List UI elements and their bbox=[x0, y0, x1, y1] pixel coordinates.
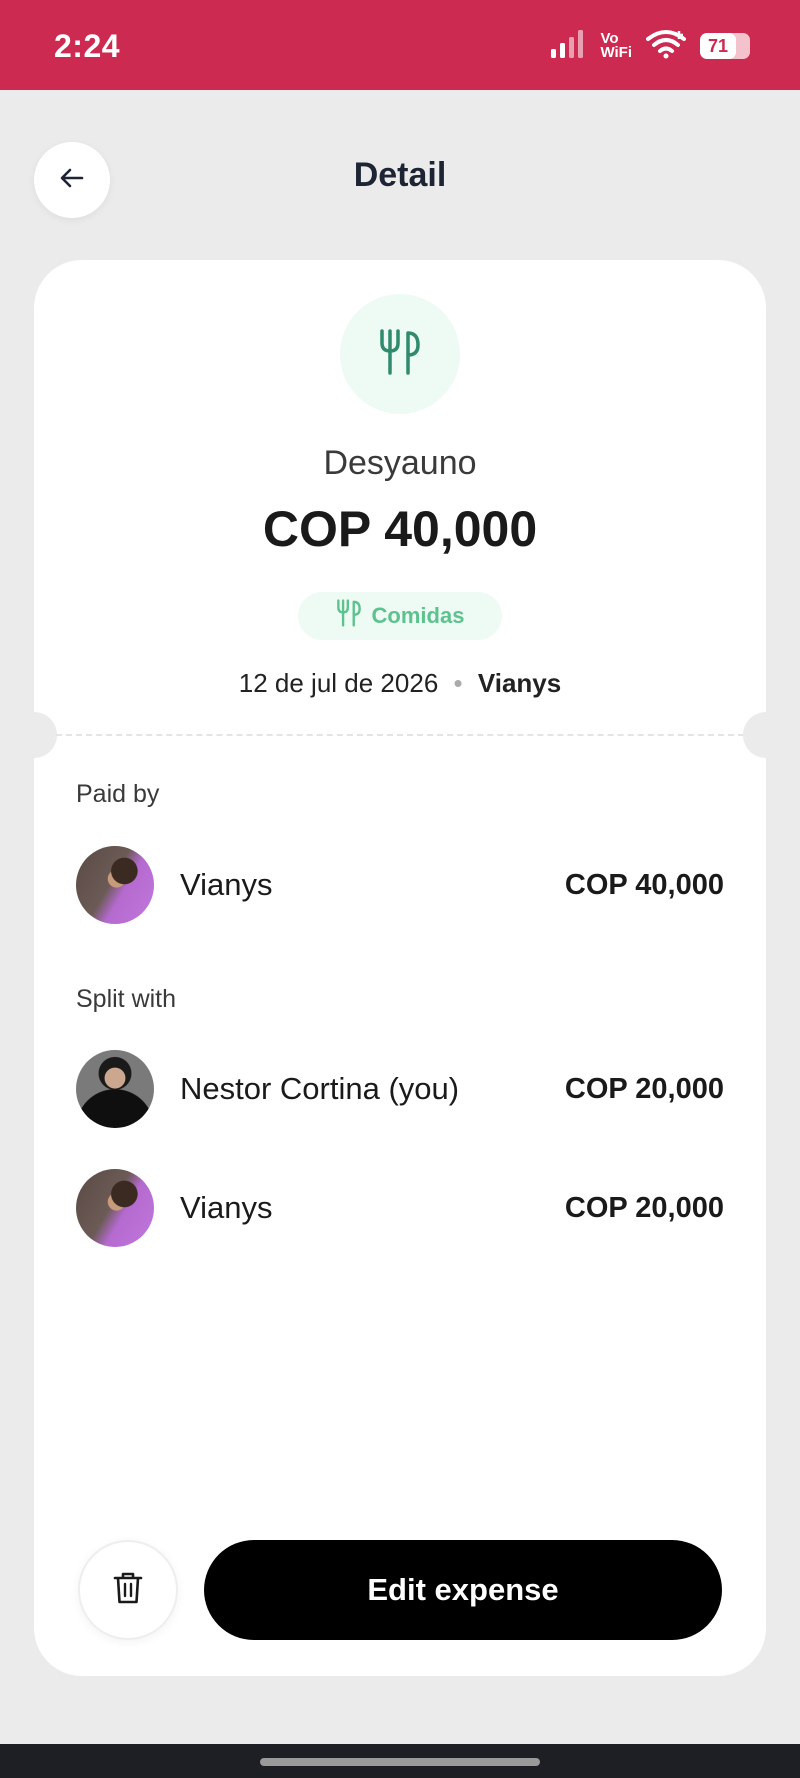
split-member-name: Nestor Cortina (you) bbox=[180, 1071, 460, 1106]
payer-amount: COP 40,000 bbox=[564, 868, 724, 901]
system-nav-bar bbox=[0, 1744, 800, 1778]
page-title: Detail bbox=[353, 156, 447, 194]
payer-name: Vianys bbox=[180, 867, 273, 902]
trash-icon bbox=[113, 1571, 143, 1610]
split-member-amount: COP 20,000 bbox=[564, 1072, 724, 1105]
status-icons: Vo WiFi 71 bbox=[550, 28, 750, 64]
expense-date: 12 de jul de 2026 bbox=[238, 668, 439, 698]
fork-knife-icon bbox=[336, 599, 362, 633]
ticket-notch-left bbox=[34, 712, 57, 758]
expense-creator: Vianys bbox=[477, 668, 562, 698]
expense-name: Desyauno bbox=[323, 444, 477, 482]
ticket-notch-right bbox=[743, 712, 766, 758]
category-icon-circle bbox=[340, 294, 460, 414]
category-chip: Comidas bbox=[298, 592, 502, 640]
wifi-icon bbox=[646, 29, 686, 64]
expense-detail-card: Desyauno COP 40,000 Comidas 12 de jul de… bbox=[34, 260, 766, 1676]
fork-knife-icon bbox=[378, 328, 422, 380]
split-row[interactable]: Nestor Cortina (you) COP 20,000 bbox=[76, 1050, 724, 1128]
avatar bbox=[76, 1050, 154, 1128]
split-member-amount: COP 20,000 bbox=[564, 1191, 724, 1224]
split-row[interactable]: Vianys COP 20,000 bbox=[76, 1169, 724, 1247]
delete-button[interactable] bbox=[78, 1540, 178, 1640]
battery-level: 71 bbox=[707, 36, 729, 56]
paid-by-label: Paid by bbox=[76, 780, 160, 808]
wifi-label: WiFi bbox=[600, 44, 632, 61]
avatar bbox=[76, 1169, 154, 1247]
expense-amount: COP 40,000 bbox=[262, 501, 538, 557]
meta-separator: • bbox=[453, 668, 463, 698]
home-gesture-handle[interactable] bbox=[260, 1758, 540, 1766]
category-label: Comidas bbox=[371, 603, 465, 628]
page-header: Detail bbox=[0, 90, 800, 270]
avatar bbox=[76, 846, 154, 924]
status-time: 2:24 bbox=[54, 28, 121, 64]
battery-icon: 71 bbox=[700, 33, 750, 59]
vowifi-icon: Vo WiFi bbox=[600, 31, 632, 61]
payer-row[interactable]: Vianys COP 40,000 bbox=[76, 846, 724, 924]
dashed-divider bbox=[56, 734, 744, 736]
signal-icon bbox=[550, 29, 586, 64]
split-member-name: Vianys bbox=[180, 1190, 273, 1225]
status-bar: 2:24 Vo WiFi 71 bbox=[0, 0, 800, 90]
split-with-label: Split with bbox=[76, 985, 177, 1013]
expense-meta: 12 de jul de 2026 • Vianys bbox=[34, 668, 766, 699]
edit-expense-button[interactable]: Edit expense bbox=[204, 1540, 722, 1640]
